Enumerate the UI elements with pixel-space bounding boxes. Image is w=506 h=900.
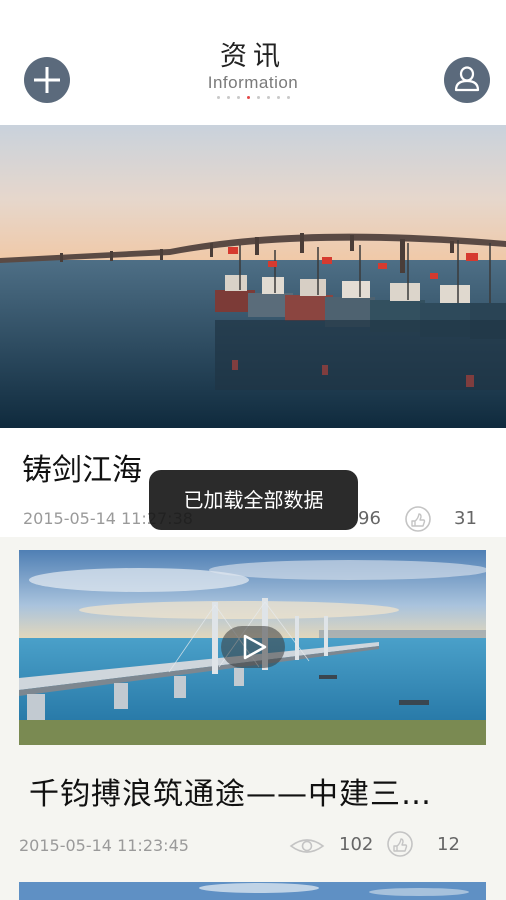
page-dot	[256, 96, 260, 99]
article-2-card[interactable]: 千钧搏浪筑通途——中建三… 2015-05-14 11:23:45 102 12	[0, 537, 506, 900]
article-2-title[interactable]: 千钧搏浪筑通途——中建三…	[29, 775, 479, 815]
article-2-likes: 12	[437, 834, 460, 855]
page-dot	[216, 96, 220, 99]
play-button[interactable]	[221, 626, 285, 668]
article-1-likes: 31	[454, 508, 477, 529]
bridge-and-fishing-boats-photo	[0, 125, 506, 428]
page-indicator	[153, 95, 353, 101]
eye-icon	[289, 839, 325, 853]
user-icon	[454, 66, 480, 92]
article-1-image[interactable]	[0, 125, 506, 428]
article-2-meta: 2015-05-14 11:23:45 102 12	[0, 831, 506, 863]
app-header: 资讯 Information	[0, 0, 506, 125]
toast-message: 已加载全部数据	[149, 470, 358, 530]
page-title: 资讯	[220, 41, 286, 72]
page-dot	[276, 96, 280, 99]
sky-photo	[19, 882, 486, 900]
like-icon[interactable]	[403, 506, 433, 532]
profile-button[interactable]	[444, 57, 490, 103]
page-subtitle: Information	[207, 73, 299, 92]
play-icon	[243, 634, 267, 660]
article-3-image[interactable]	[19, 882, 486, 900]
article-1-views: 96	[358, 508, 381, 529]
article-2-date: 2015-05-14 11:23:45	[19, 836, 189, 855]
article-2-image[interactable]	[19, 550, 486, 745]
page-dot	[286, 96, 290, 99]
like-icon[interactable]	[385, 831, 415, 857]
page-dot	[236, 96, 240, 99]
page-dot	[226, 96, 230, 99]
article-2-views: 102	[339, 834, 374, 855]
page-dot	[266, 96, 270, 99]
title-block: 资讯 Information	[153, 42, 353, 101]
add-button[interactable]	[24, 57, 70, 103]
page-dot-active	[246, 96, 250, 99]
article-1-title[interactable]: 铸剑江海	[22, 451, 142, 491]
plus-circle-icon	[34, 67, 60, 93]
